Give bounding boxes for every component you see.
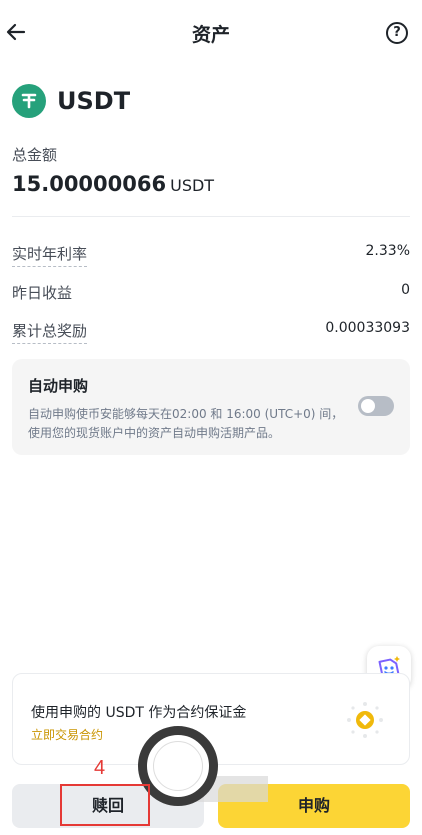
stat-yesterday-earnings: 昨日收益 0 (12, 282, 410, 306)
promo-text: 使用申购的 USDT 作为合约保证金 (31, 705, 247, 721)
divider (12, 216, 410, 217)
page-title: 资产 (191, 24, 230, 46)
stat-yesterday-value: 0 (401, 282, 410, 298)
auto-subscribe-card: 自动申购 自动申购使币安能够每天在02:00 和 16:00 (UTC+0) 间… (12, 359, 410, 455)
auto-subscribe-toggle[interactable] (358, 396, 394, 416)
total-amount-unit: USDT (170, 176, 215, 195)
stat-apr-value: 2.33% (365, 243, 410, 259)
floating-button-inner (153, 741, 203, 791)
stat-rewards-value: 0.00033093 (325, 320, 410, 336)
stat-yesterday-label: 昨日收益 (12, 284, 73, 302)
coin-sparkle-icon (347, 702, 383, 738)
stat-apr: 实时年利率 2.33% (12, 243, 410, 267)
toggle-knob (361, 399, 375, 413)
total-amount-label: 总金额 (12, 146, 58, 164)
annotation-number: 4 (94, 757, 106, 779)
tether-icon (12, 84, 46, 118)
asset-name: USDT (57, 87, 131, 115)
header: 资产 ? (0, 0, 422, 66)
auto-subscribe-title: 自动申购 (28, 377, 89, 395)
stat-total-rewards: 累计总奖励 0.00033093 (12, 320, 410, 344)
stat-rewards-label[interactable]: 累计总奖励 (12, 320, 88, 344)
stat-apr-label[interactable]: 实时年利率 (12, 243, 88, 267)
asset-header: USDT (12, 84, 130, 118)
total-amount: 15.00000066 USDT (12, 172, 214, 196)
floating-home-button[interactable] (138, 726, 218, 806)
help-icon[interactable]: ? (386, 22, 408, 44)
auto-subscribe-description: 自动申购使币安能够每天在02:00 和 16:00 (UTC+0) 间，使用您的… (28, 407, 344, 440)
trade-futures-link[interactable]: 立即交易合约 (31, 726, 103, 743)
total-amount-value: 15.00000066 (12, 172, 167, 196)
